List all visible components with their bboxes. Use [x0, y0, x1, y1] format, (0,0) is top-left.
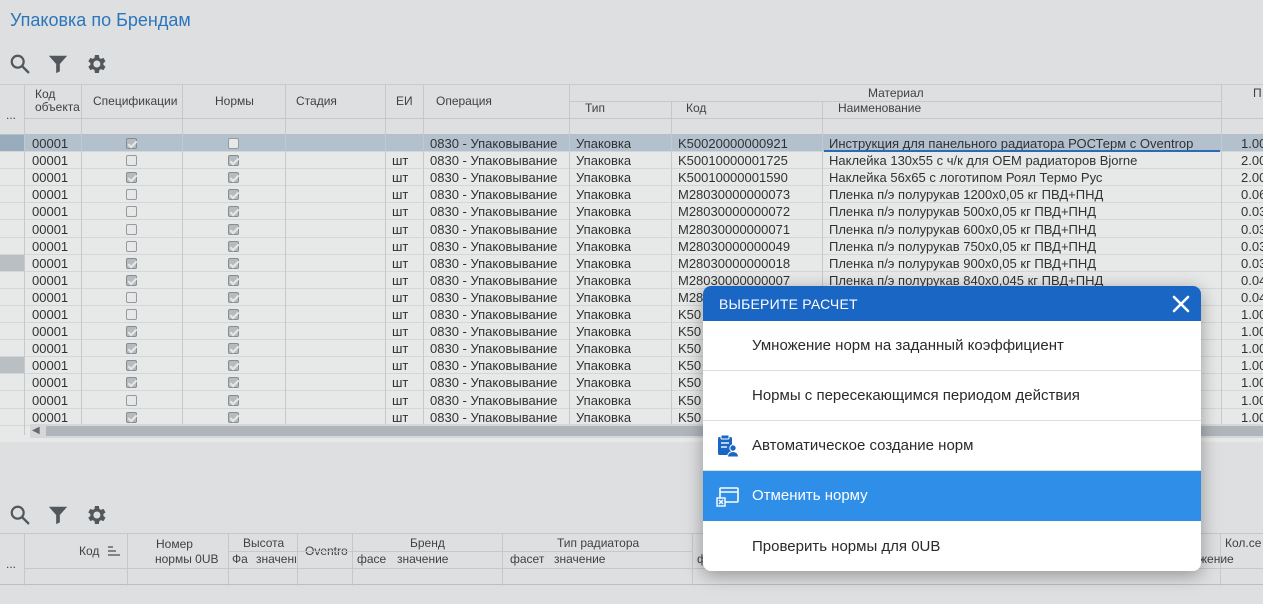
menu-item-label: Проверить нормы для 0UB — [752, 537, 941, 555]
auto-norm-icon — [716, 434, 740, 458]
close-icon[interactable] — [1169, 292, 1193, 316]
cancel-norm-icon — [716, 484, 740, 508]
dialog-title: ВЫБЕРИТЕ РАСЧЕТ — [719, 295, 858, 312]
menu-item-multiply-norms[interactable]: Умножение норм на заданный коэффициент — [703, 321, 1201, 371]
dialog-header: ВЫБЕРИТЕ РАСЧЕТ — [703, 286, 1201, 321]
select-calculation-dialog: ВЫБЕРИТЕ РАСЧЕТ Умножение норм на заданн… — [703, 286, 1201, 571]
menu-item-auto-create-norms[interactable]: Автоматическое создание норм — [703, 421, 1201, 471]
menu-item-label: Автоматическое создание норм — [752, 437, 974, 454]
app-window: Упаковка по Брендам ... Код объекта Спец… — [0, 0, 1263, 604]
menu-item-label: Умножение норм на заданный коэффициент — [752, 337, 1064, 354]
menu-item-overlapping-norms[interactable]: Нормы с пересекающимся периодом действия — [703, 371, 1201, 421]
menu-item-cancel-norm[interactable]: Отменить норму — [703, 471, 1201, 521]
menu-item-label: Нормы с пересекающимся периодом действия — [752, 387, 1080, 404]
menu-item-check-norms-0ub[interactable]: Проверить нормы для 0UB — [703, 521, 1201, 571]
menu-item-label: Отменить норму — [752, 487, 868, 504]
